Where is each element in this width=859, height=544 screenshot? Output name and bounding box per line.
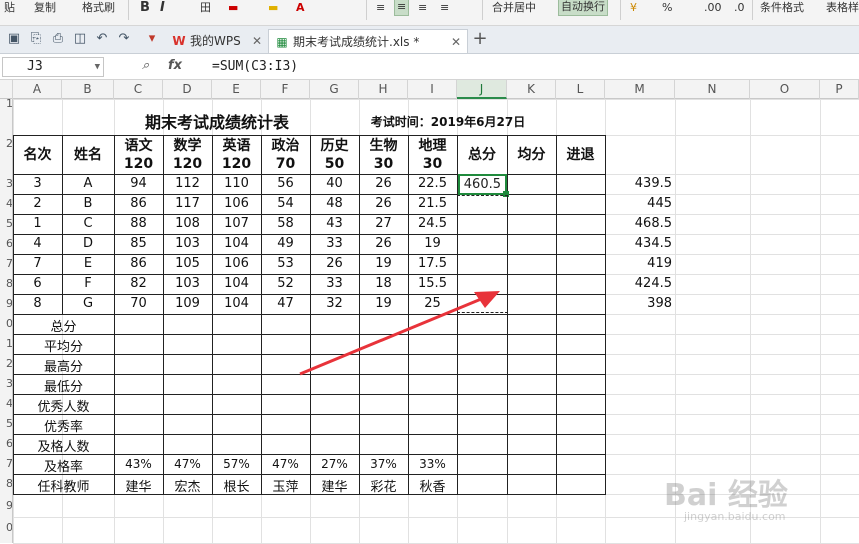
red-arrow-annotation xyxy=(299,291,500,376)
arrow-shaft xyxy=(299,295,487,376)
baidu-watermark: Bai 经验 jingyan.baidu.com xyxy=(664,478,788,523)
